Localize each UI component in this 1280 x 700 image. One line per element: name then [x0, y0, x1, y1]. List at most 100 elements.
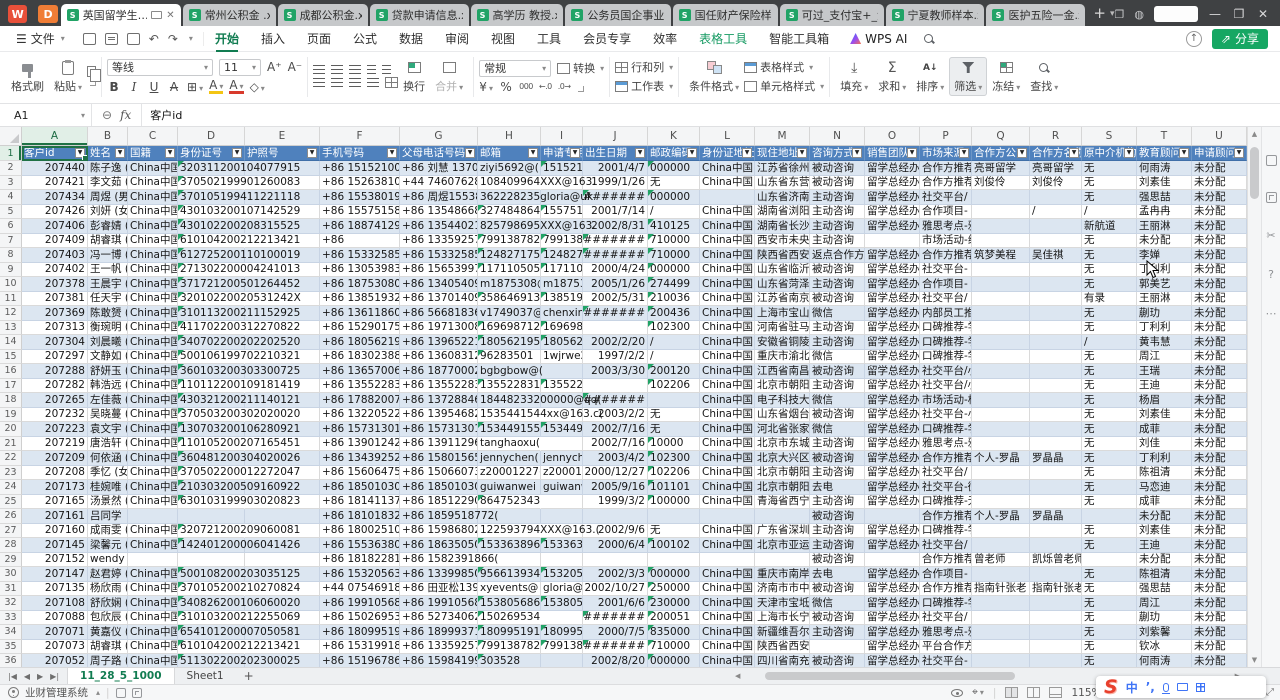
- cell-F2[interactable]: +86 15152100: [320, 161, 400, 176]
- cell-K14[interactable]: /: [648, 335, 700, 350]
- cell-A11[interactable]: 207381: [22, 292, 88, 307]
- cell-F34[interactable]: +86 18099519: [320, 625, 400, 640]
- cell-O12[interactable]: 留学总经办: [865, 306, 920, 321]
- cell-T7[interactable]: 未分配: [1137, 234, 1192, 249]
- cell-T34[interactable]: 刘紫馨: [1137, 625, 1192, 640]
- cell-U31[interactable]: 未分配: [1192, 582, 1247, 597]
- cell-H8[interactable]: 124827175: [478, 248, 541, 263]
- cell-N17[interactable]: 主动咨询: [810, 379, 865, 394]
- cell-U6[interactable]: 未分配: [1192, 219, 1247, 234]
- cell-S9[interactable]: 无: [1082, 263, 1137, 278]
- cell-D32[interactable]: 340826200106060020: [178, 596, 245, 611]
- cell-B3[interactable]: 李文茹 (女: [88, 176, 128, 191]
- share-button[interactable]: ⇗分享: [1212, 29, 1268, 49]
- cell-K24[interactable]: 101101: [648, 480, 700, 495]
- cell-H21[interactable]: tanghaoxu(: [478, 437, 541, 452]
- cell-O18[interactable]: 留学总经办: [865, 393, 920, 408]
- cell-P12[interactable]: 内部员工推: [920, 306, 972, 321]
- cell-A3[interactable]: 207421: [22, 176, 88, 191]
- cell-G17[interactable]: +86 1355228316: [400, 379, 478, 394]
- cell-M19[interactable]: 山东省烟台: [755, 408, 810, 423]
- cell-F28[interactable]: +86 15536380: [320, 538, 400, 553]
- align-right-icon[interactable]: [349, 78, 361, 87]
- cell-R33[interactable]: [1030, 611, 1082, 626]
- cell-T6[interactable]: 王丽淋: [1137, 219, 1192, 234]
- cell-B20[interactable]: 袁文宇 (女: [88, 422, 128, 437]
- cell-Q20[interactable]: [972, 422, 1030, 437]
- cell-F31[interactable]: +44 07546918: [320, 582, 400, 597]
- cell-L16[interactable]: China中国: [700, 364, 755, 379]
- percent-button[interactable]: %: [499, 80, 513, 94]
- header-cell-G1[interactable]: 父母电话号码▼: [400, 146, 478, 161]
- cell-T27[interactable]: 刘素佳: [1137, 524, 1192, 539]
- cell-U4[interactable]: 未分配: [1192, 190, 1247, 205]
- cell-P33[interactable]: 社交平台/: [920, 611, 972, 626]
- row-header-27[interactable]: 27: [0, 524, 22, 539]
- cell-B4[interactable]: 周煜 (男): [88, 190, 128, 205]
- cell-M28[interactable]: 北京市亚运: [755, 538, 810, 553]
- cell-S18[interactable]: 无: [1082, 393, 1137, 408]
- row-header-23[interactable]: 23: [0, 466, 22, 481]
- cell-J16[interactable]: 2003/3/30: [583, 364, 648, 379]
- cell-C34[interactable]: China中国: [128, 625, 178, 640]
- cell-U12[interactable]: 未分配: [1192, 306, 1247, 321]
- cell-C23[interactable]: China中国: [128, 466, 178, 481]
- cell-H19[interactable]: 1535441544xx@163.c(: [478, 408, 541, 423]
- cell-A12[interactable]: 207369: [22, 306, 88, 321]
- document-tab[interactable]: S英国留学生…✕: [61, 4, 181, 26]
- autofilter-button[interactable]: ▼: [635, 148, 645, 158]
- cell-A6[interactable]: 207406: [22, 219, 88, 234]
- cell-S15[interactable]: 无: [1082, 350, 1137, 365]
- cell-N7[interactable]: 主动咨询: [810, 234, 865, 249]
- cell-S29[interactable]: [1082, 553, 1137, 568]
- new-tab-button[interactable]: +: [1093, 4, 1106, 22]
- cell-S8[interactable]: 无: [1082, 248, 1137, 263]
- cell-N14[interactable]: 主动咨询: [810, 335, 865, 350]
- cell-P28[interactable]: 社交平台/: [920, 538, 972, 553]
- cell-D17[interactable]: 110112200109181419: [178, 379, 245, 394]
- header-cell-M1[interactable]: 现住地址▼: [755, 146, 810, 161]
- cell-N26[interactable]: 被动咨询: [810, 509, 865, 524]
- qat-caret-icon[interactable]: ▾: [189, 34, 193, 43]
- cell-L8[interactable]: China中国: [700, 248, 755, 263]
- cell-T14[interactable]: 黄韦慧: [1137, 335, 1192, 350]
- cell-J33[interactable]: ########: [583, 611, 648, 626]
- save-icon[interactable]: [83, 33, 96, 45]
- cell-T32[interactable]: 周江: [1137, 596, 1192, 611]
- cell-B15[interactable]: 文静如 (女: [88, 350, 128, 365]
- cell-L29[interactable]: [700, 553, 755, 568]
- cell-T35[interactable]: 钦冰: [1137, 640, 1192, 655]
- cell-Q6[interactable]: [972, 219, 1030, 234]
- cell-U21[interactable]: 未分配: [1192, 437, 1247, 452]
- decrease-indent-icon[interactable]: [367, 65, 376, 74]
- cell-L35[interactable]: China中国: [700, 640, 755, 655]
- cell-R27[interactable]: [1030, 524, 1082, 539]
- fullscreen-icon[interactable]: ⤢: [1266, 687, 1274, 698]
- cell-O31[interactable]: 留学总经办: [865, 582, 920, 597]
- header-cell-N1[interactable]: 咨询方式▼: [810, 146, 865, 161]
- cell-I8[interactable]: 124827175: [541, 248, 583, 263]
- cell-J13[interactable]: [583, 321, 648, 336]
- column-header-H[interactable]: H: [478, 127, 541, 145]
- cell-M9[interactable]: 山东省临沂: [755, 263, 810, 278]
- cell-N20[interactable]: 微信: [810, 422, 865, 437]
- cell-K27[interactable]: 无: [648, 524, 700, 539]
- cell-P32[interactable]: 口碑推荐-学: [920, 596, 972, 611]
- header-cell-S1[interactable]: 原中介机构▼: [1082, 146, 1137, 161]
- cell-K4[interactable]: 000000: [648, 190, 700, 205]
- cell-P14[interactable]: 口碑推荐-学: [920, 335, 972, 350]
- cell-U10[interactable]: 未分配: [1192, 277, 1247, 292]
- cell-A17[interactable]: 207282: [22, 379, 88, 394]
- cell-M33[interactable]: 上海市长宁: [755, 611, 810, 626]
- cell-F18[interactable]: +86 17882007: [320, 393, 400, 408]
- autofilter-button[interactable]: ▼: [1069, 148, 1079, 158]
- column-header-T[interactable]: T: [1137, 127, 1192, 145]
- row-header-20[interactable]: 20: [0, 422, 22, 437]
- document-tab[interactable]: S医护五险一金.xlsx: [986, 4, 1085, 26]
- cell-K32[interactable]: 230000: [648, 596, 700, 611]
- convert-button[interactable]: 转换▾: [557, 60, 604, 76]
- header-cell-B1[interactable]: 姓名▼: [88, 146, 128, 161]
- cell-M6[interactable]: 湖南省长沙: [755, 219, 810, 234]
- cell-Q33[interactable]: [972, 611, 1030, 626]
- cell-T23[interactable]: 陈祖清: [1137, 466, 1192, 481]
